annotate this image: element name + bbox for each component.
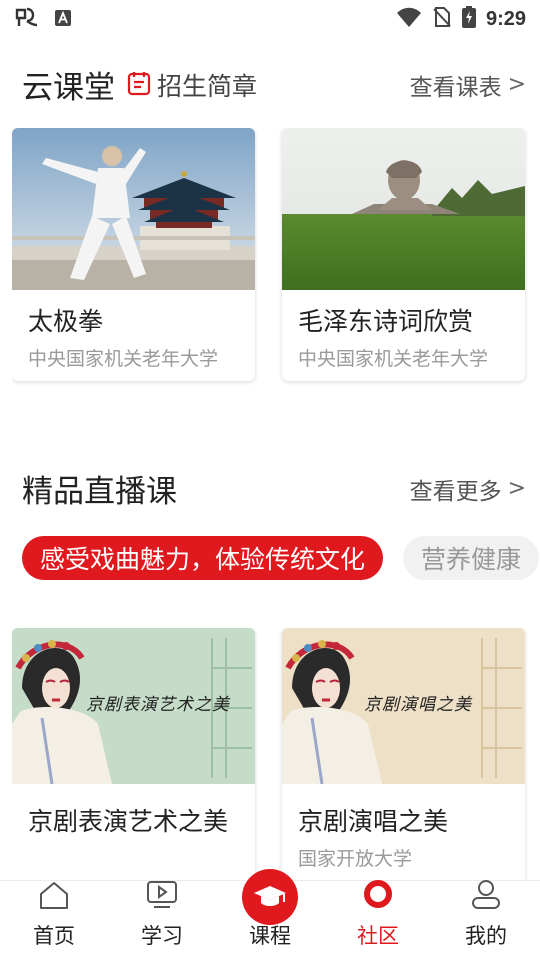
graduation-cap-icon [242, 869, 298, 925]
cloud-class-title: 云课堂 [22, 70, 115, 106]
course-card[interactable]: 京剧表演艺术之美 京剧表演艺术之美 [12, 628, 255, 880]
app-logo-icon [14, 6, 40, 34]
clipboard-icon [127, 70, 151, 100]
nav-item-courses[interactable]: 课程 [216, 869, 324, 960]
nav-label: 学习 [141, 924, 183, 948]
live-courses-header: 精品直播课 查看更多 > [22, 466, 526, 511]
live-courses-title: 精品直播课 [22, 474, 177, 510]
nav-item-home[interactable]: 首页 [0, 881, 108, 960]
peking-opera-banner-1: 京剧表演艺术之美 [12, 628, 255, 790]
community-icon [362, 878, 394, 914]
chevron-right-icon: > [507, 476, 526, 501]
course-card-title: 京剧演唱之美 [298, 807, 449, 836]
banner-calligraphy-text: 京剧表演艺术之美 [86, 695, 230, 715]
course-card-title: 太极拳 [28, 307, 104, 336]
status-time: 9:29 [485, 7, 526, 30]
cloud-class-card-list: 太极拳 中央国家机关老年大学 毛泽东诗词欣赏 中央国家机关老年大学 [12, 128, 540, 387]
topic-tag[interactable]: 营养健康 [403, 536, 540, 580]
wifi-icon [396, 6, 422, 32]
course-card[interactable]: 京剧演唱之美 京剧演唱之美 国家开放大学 [282, 628, 525, 880]
course-card-subtitle: 中央国家机关老年大学 [298, 348, 489, 370]
no-sim-icon [432, 6, 452, 32]
topic-tag-active[interactable]: 感受戏曲魅力，体验传统文化 [22, 536, 384, 580]
home-icon [38, 880, 70, 914]
user-icon [470, 878, 502, 914]
a-notification-icon [54, 9, 72, 31]
nav-item-community[interactable]: 社区 [324, 878, 432, 960]
status-bar: 9:29 [0, 0, 540, 36]
view-more-link[interactable]: 查看更多 > [410, 472, 526, 506]
tai-chi-image [12, 128, 255, 290]
banner-calligraphy-text: 京剧演唱之美 [364, 695, 472, 715]
brochure-button[interactable]: 招生简章 [127, 67, 257, 103]
view-schedule-link[interactable]: 查看课表 > [410, 68, 526, 102]
view-more-label: 查看更多 [409, 478, 502, 505]
course-card-subtitle: 中央国家机关老年大学 [28, 348, 219, 370]
bottom-nav: 首页 学习 课程 社区 我的 [0, 869, 540, 960]
nav-label: 我的 [465, 924, 507, 948]
topic-tag-list: 感受戏曲魅力，体验传统文化 营养健康 [22, 536, 540, 580]
nav-label: 首页 [33, 924, 75, 948]
nav-label: 社区 [357, 924, 399, 948]
battery-charging-icon [461, 6, 476, 32]
nav-item-study[interactable]: 学习 [108, 881, 216, 960]
live-course-card-list: 京剧表演艺术之美 京剧表演艺术之美 京剧演唱之美 京剧演唱之美 国家开放大学 [12, 628, 540, 880]
brochure-label: 招生简章 [157, 71, 258, 101]
course-card-title: 京剧表演艺术之美 [28, 807, 229, 836]
peking-opera-banner-2: 京剧演唱之美 [282, 628, 525, 790]
video-icon [146, 880, 178, 914]
cloud-class-header: 云课堂 招生简章 查看课表 > [22, 62, 526, 107]
mao-statue-image [282, 128, 525, 290]
view-schedule-label: 查看课表 [409, 74, 502, 101]
course-card[interactable]: 毛泽东诗词欣赏 中央国家机关老年大学 [282, 128, 525, 381]
chevron-right-icon: > [507, 72, 526, 97]
course-card-subtitle: 国家开放大学 [298, 848, 413, 870]
course-card[interactable]: 太极拳 中央国家机关老年大学 [12, 128, 255, 381]
course-card-title: 毛泽东诗词欣赏 [298, 307, 474, 336]
nav-item-me[interactable]: 我的 [432, 878, 540, 960]
